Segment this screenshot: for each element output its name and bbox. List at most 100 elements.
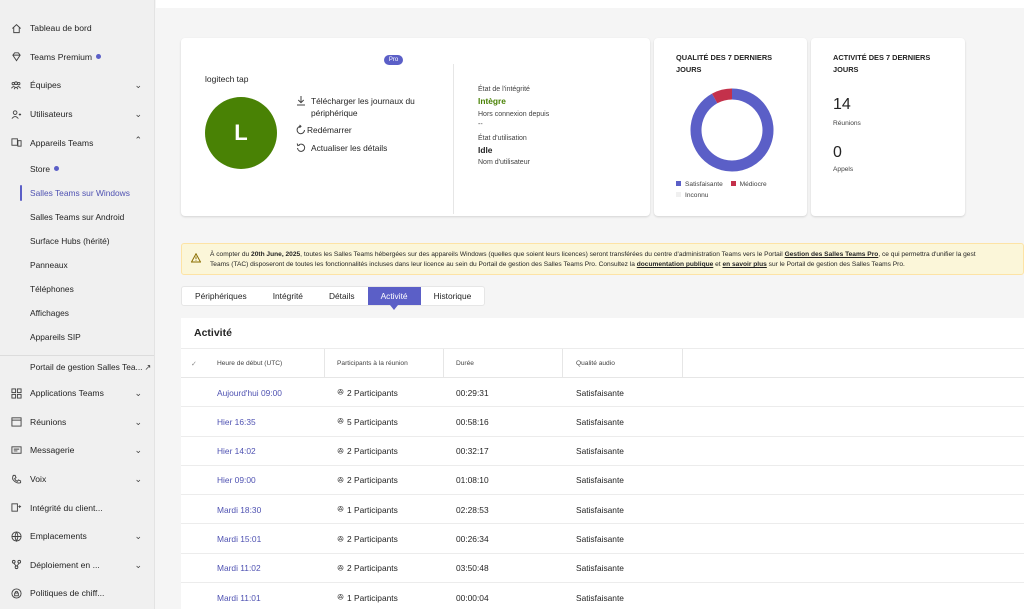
- column-header-start-time[interactable]: Heure de début (UTC): [217, 349, 325, 378]
- sidebar-item-deployment[interactable]: Déploiement en ... ⌄: [0, 551, 154, 580]
- sidebar-item-label: Messagerie: [30, 445, 75, 456]
- sidebar-item-encryption-policies[interactable]: Politiques de chiff...: [0, 579, 154, 608]
- quality-donut-chart: [690, 88, 774, 172]
- table-row[interactable]: Hier 16:35 ꔮ 5 Participants 00:58:16 Satisfa…: [181, 407, 1024, 437]
- participants-cell: ꔮ2 Participants: [337, 378, 398, 407]
- table-header: ✓ Heure de début (UTC) Participants à la…: [181, 348, 1024, 378]
- download-logs-button[interactable]: Télécharger les journaux du périphérique: [296, 95, 415, 119]
- tab-activity[interactable]: Activité: [367, 287, 421, 310]
- donut-slice-médiocre[interactable]: [712, 88, 733, 104]
- calls-count: 0: [833, 144, 842, 161]
- participants-value: 2 Participants: [347, 387, 398, 398]
- column-header-participants[interactable]: Participants à la réunion: [337, 349, 444, 378]
- sidebar-item-teams-premium[interactable]: Teams Premium: [0, 43, 154, 72]
- column-header-audio-quality[interactable]: Qualité audio: [576, 349, 683, 378]
- health-value: Intègre: [478, 96, 506, 106]
- sidebar-item-label: Déploiement en ...: [30, 559, 100, 570]
- donut-slice-satisfaisante[interactable]: [690, 88, 774, 172]
- table-row[interactable]: Mardi 11:01 ꔮ 1 Participants 00:00:04 Satisf…: [181, 583, 1024, 609]
- banner-text-part: , ce qui permettra d'unifier la gest: [878, 251, 976, 258]
- rooms-pro-portal-link[interactable]: Gestion des Salles Teams Pro: [785, 251, 879, 258]
- banner-line-1: À compter du 20th June, 2025, toutes les…: [210, 250, 1024, 260]
- sidebar-subitem-panels[interactable]: Panneaux: [0, 253, 154, 277]
- sidebar-subitem-label: Appareils SIP: [30, 331, 81, 342]
- table-row[interactable]: Mardi 11:02 ꔮ 2 Participants 03:50:48 Satisf…: [181, 554, 1024, 584]
- start-time-link[interactable]: Hier 14:02: [217, 437, 256, 466]
- sidebar-item-label: Équipes: [30, 80, 62, 91]
- sidebar-subitem-displays[interactable]: Affichages: [0, 301, 154, 325]
- duration-cell: 00:58:16: [456, 416, 489, 427]
- start-time-link[interactable]: Mardi 18:30: [217, 495, 261, 524]
- sidebar-subitem-sip-devices[interactable]: Appareils SIP: [0, 325, 154, 349]
- start-time-link[interactable]: Mardi 11:02: [217, 554, 261, 583]
- column-header-duration[interactable]: Durée: [456, 349, 563, 378]
- sidebar-subitem-rooms-windows[interactable]: Salles Teams sur Windows: [0, 181, 154, 205]
- sidebar-subitem-label: Portail de gestion Salles Tea...: [30, 362, 143, 373]
- device-card: Pro logitech tap L Télécharger les journ…: [181, 38, 650, 216]
- sidebar-item-client-health[interactable]: Intégrité du client...: [0, 493, 154, 522]
- audio-quality-cell: Satisfaisante: [576, 504, 624, 515]
- health-label: État de l'intégrité: [478, 86, 530, 93]
- sidebar-item-label: Teams Premium: [30, 51, 93, 62]
- start-time-link[interactable]: Mardi 15:01: [217, 525, 261, 554]
- refresh-details-button[interactable]: Actualiser les détails: [296, 142, 387, 157]
- device-name: logitech tap: [205, 74, 249, 84]
- start-time-link[interactable]: Aujourd'hui 09:00: [217, 378, 282, 407]
- offline-label: Hors connexion depuis: [478, 111, 550, 118]
- sidebar-item-teams-devices[interactable]: Appareils Teams ⌃: [0, 128, 154, 157]
- sidebar-item-dashboard[interactable]: Tableau de bord: [0, 14, 154, 43]
- sidebar-subitem-store[interactable]: Store: [0, 157, 154, 181]
- users-icon: [10, 108, 22, 120]
- tab-health[interactable]: Intégrité: [260, 287, 316, 305]
- sidebar-item-teams[interactable]: Équipes ⌄: [0, 71, 154, 100]
- start-time-link[interactable]: Hier 09:00: [217, 466, 256, 495]
- home-icon: [10, 22, 22, 34]
- sidebar-subitem-surface-hubs[interactable]: Surface Hubs (hérité): [0, 229, 154, 253]
- select-all-checkbox[interactable]: ✓: [191, 360, 197, 368]
- sidebar-item-label: Politiques de chiff...: [30, 588, 105, 599]
- tab-details[interactable]: Détails: [316, 287, 368, 305]
- devices-icon: [10, 137, 22, 149]
- learn-more-link[interactable]: en savoir plus: [722, 261, 766, 268]
- quality-title: Qualité des 7 derniers jours: [676, 53, 773, 74]
- warning-icon: [190, 252, 202, 266]
- table-row[interactable]: Mardi 18:30 ꔮ 1 Participants 02:28:53 Satisf…: [181, 495, 1024, 525]
- notification-dot: [96, 54, 102, 60]
- sidebar-subitem-phones[interactable]: Téléphones: [0, 277, 154, 301]
- sidebar-subitem-rooms-android[interactable]: Salles Teams sur Android: [0, 205, 154, 229]
- globe-icon: [10, 530, 22, 542]
- participants-cell: ꔮ1 Participants: [337, 495, 398, 524]
- start-time-link[interactable]: Hier 16:35: [217, 407, 256, 436]
- sidebar-item-voice[interactable]: Voix ⌄: [0, 465, 154, 494]
- participants-cell: ꔮ5 Participants: [337, 407, 398, 436]
- restart-button[interactable]: Redémarrer: [296, 124, 352, 139]
- sidebar-item-meetings[interactable]: Réunions ⌄: [0, 408, 154, 437]
- legend-row: Satisfaisante Médiocre: [676, 179, 767, 190]
- sidebar-subitem-label: Téléphones: [30, 283, 74, 294]
- table-row[interactable]: Mardi 15:01 ꔮ 2 Participants 00:26:34 Satisf…: [181, 525, 1024, 554]
- table-row[interactable]: Hier 14:02 ꔮ 2 Participants 00:32:17 Satisfa…: [181, 437, 1024, 466]
- tab-history[interactable]: Historique: [421, 287, 485, 305]
- calls-label: Appels: [833, 166, 854, 173]
- participants-value: 2 Participants: [347, 534, 398, 544]
- sidebar-item-teams-apps[interactable]: Applications Teams ⌄: [0, 379, 154, 408]
- sidebar-subitem-label: Panneaux: [30, 259, 68, 270]
- tab-peripherals[interactable]: Périphériques: [182, 287, 260, 305]
- legend-label: Médiocre: [739, 181, 767, 188]
- calendar-icon: [10, 416, 22, 428]
- meetings-count: 14: [833, 96, 851, 113]
- sidebar-item-locations[interactable]: Emplacements ⌄: [0, 522, 154, 551]
- chevron-down-icon: ⌄: [134, 416, 142, 427]
- chevron-down-icon: ⌄: [134, 445, 142, 456]
- sidebar-subitem-rooms-pro-portal[interactable]: Portail de gestion Salles Tea... ↗: [0, 354, 154, 379]
- duration-cell: 01:08:10: [456, 475, 489, 486]
- public-documentation-link[interactable]: documentation publique: [637, 261, 714, 268]
- start-time-link[interactable]: Mardi 11:01: [217, 583, 261, 609]
- sidebar-item-messaging[interactable]: Messagerie ⌄: [0, 436, 154, 465]
- sidebar-item-users[interactable]: Utilisateurs ⌄: [0, 100, 154, 129]
- download-logs-line2: périphérique: [311, 108, 358, 118]
- sidebar-item-label: Réunions: [30, 416, 67, 427]
- table-row[interactable]: Aujourd'hui 09:00 ꔮ 2 Participants 00:29:31…: [181, 378, 1024, 408]
- apps-icon: [10, 387, 22, 399]
- table-row[interactable]: Hier 09:00 ꔮ 2 Participants 01:08:10 Satisfa…: [181, 466, 1024, 496]
